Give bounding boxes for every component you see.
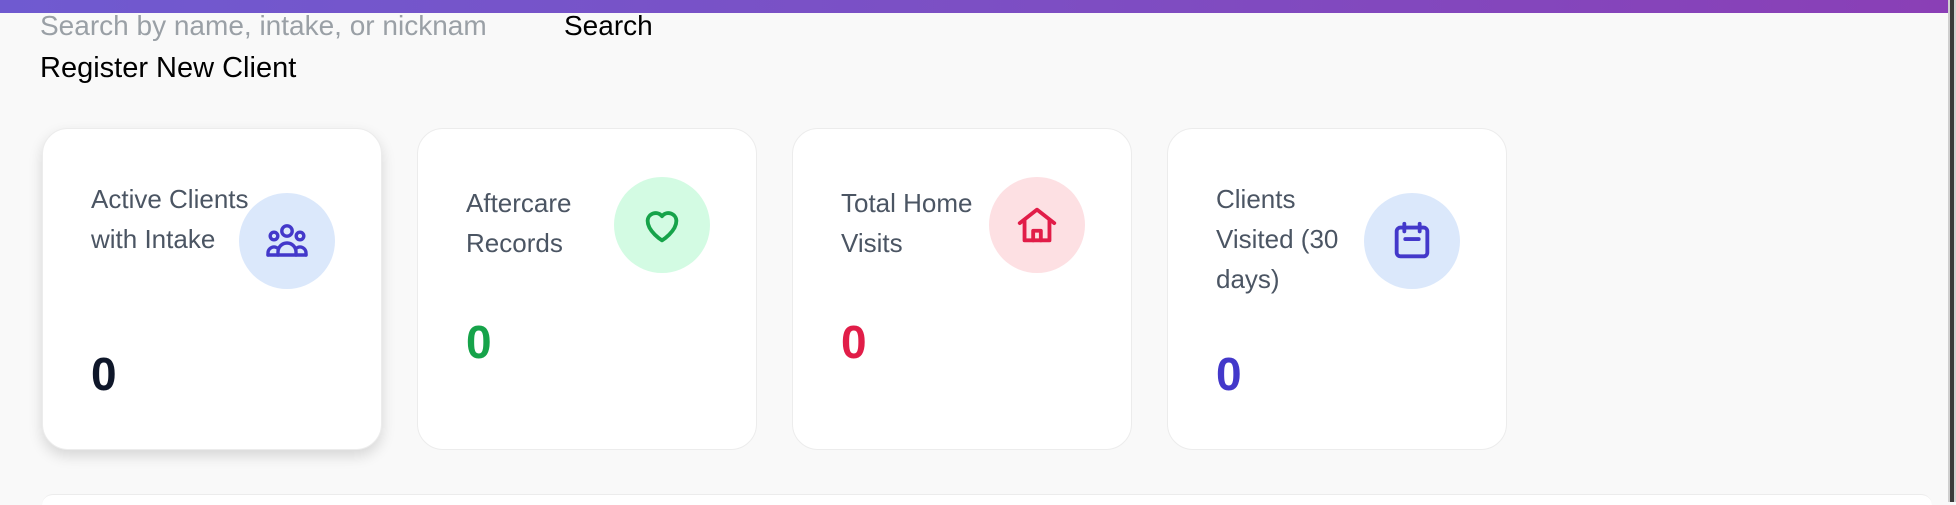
stat-value: 0 bbox=[91, 348, 117, 400]
stat-value: 0 bbox=[841, 316, 867, 368]
stat-value: 0 bbox=[466, 316, 492, 368]
stat-value: 0 bbox=[1216, 348, 1242, 400]
stat-label: Active Clients with Intake bbox=[91, 184, 249, 254]
scrollbar-thumb[interactable] bbox=[1950, 0, 1954, 502]
stat-card-total-home-visits[interactable]: Total Home Visits 0 bbox=[792, 128, 1132, 450]
search-input[interactable] bbox=[40, 10, 560, 42]
stat-card-active-clients[interactable]: Active Clients with Intake 0 bbox=[42, 128, 382, 450]
register-new-client-link[interactable]: Register New Client bbox=[40, 52, 296, 85]
vertical-scrollbar[interactable] bbox=[1948, 0, 1956, 502]
search-bar: Search bbox=[40, 6, 653, 46]
calendar-icon bbox=[1364, 193, 1460, 289]
stat-card-aftercare-records[interactable]: Aftercare Records 0 bbox=[417, 128, 757, 450]
stat-label: Clients Visited (30 days) bbox=[1216, 184, 1339, 294]
users-icon bbox=[239, 193, 335, 289]
search-button[interactable]: Search bbox=[564, 10, 653, 42]
stats-cards: Active Clients with Intake 0 Aftercare R… bbox=[42, 128, 1507, 450]
stat-card-clients-visited[interactable]: Clients Visited (30 days) 0 bbox=[1167, 128, 1507, 450]
home-icon bbox=[989, 177, 1085, 273]
heart-icon bbox=[614, 177, 710, 273]
next-section-edge bbox=[42, 494, 1932, 505]
